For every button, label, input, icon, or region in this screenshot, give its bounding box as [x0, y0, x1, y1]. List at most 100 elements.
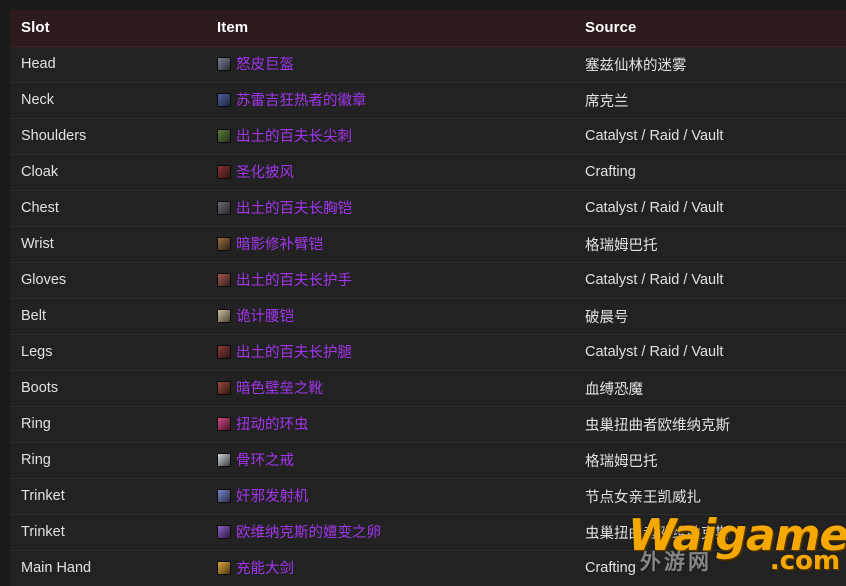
table-row: Chest 出土的百夫长胸铠 Catalyst / Raid / Vault [10, 189, 846, 227]
item-name: 怒皮巨盔 [236, 57, 294, 74]
ring-worm-icon [217, 416, 231, 431]
slot-cell: Cloak [10, 153, 206, 191]
source-cell: Crafting [574, 153, 846, 191]
item-link[interactable]: 出土的百夫长护手 [217, 269, 352, 290]
table-row: Ring 扭动的环虫 虫巢扭曲者欧维纳克斯 [10, 405, 846, 443]
belt-icon [217, 308, 231, 323]
sword-icon [217, 560, 231, 575]
source-cell: Crafting [574, 549, 846, 586]
source-cell: 席克兰 [574, 81, 846, 119]
item-name: 圣化披风 [236, 165, 294, 182]
item-link[interactable]: 骨环之戒 [217, 449, 294, 470]
item-cell: 怒皮巨盔 [206, 45, 574, 83]
table-row: Trinket 欧维纳克斯的嬗变之卵 虫巢扭曲者欧维纳克斯 [10, 513, 846, 551]
item-cell: 出土的百夫长护手 [206, 261, 574, 299]
item-cell: 出土的百夫长胸铠 [206, 189, 574, 227]
item-link[interactable]: 苏雷吉狂热者的徽章 [217, 89, 367, 110]
slot-cell: Ring [10, 405, 206, 443]
item-link[interactable]: 出土的百夫长护腿 [217, 341, 352, 362]
item-cell: 出土的百夫长护腿 [206, 333, 574, 371]
source-cell: Catalyst / Raid / Vault [574, 261, 846, 299]
slot-cell: Trinket [10, 477, 206, 515]
table-row: Cloak 圣化披风 Crafting [10, 153, 846, 191]
item-name: 暗影修补臂铠 [236, 237, 323, 254]
item-link[interactable]: 充能大剑 [217, 557, 294, 578]
bone-ring-icon [217, 452, 231, 467]
item-link[interactable]: 诡计腰铠 [217, 305, 294, 326]
bracer-icon [217, 236, 231, 251]
item-link[interactable]: 出土的百夫长尖刺 [217, 125, 352, 146]
item-cell: 出土的百夫长尖刺 [206, 117, 574, 155]
item-name: 苏雷吉狂热者的徽章 [236, 93, 367, 110]
item-name: 欧维纳克斯的嬗变之卵 [236, 525, 381, 542]
source-cell: Catalyst / Raid / Vault [574, 333, 846, 371]
item-name: 出土的百夫长护腿 [236, 345, 352, 362]
slot-cell: Chest [10, 189, 206, 227]
item-cell: 扭动的环虫 [206, 405, 574, 443]
item-link[interactable]: 怒皮巨盔 [217, 53, 294, 74]
table-row: Trinket 奸邪发射机 节点女亲王凯威扎 [10, 477, 846, 515]
table-header-row: Slot Item Source [10, 10, 846, 47]
item-name: 奸邪发射机 [236, 489, 309, 506]
cloak-icon [217, 164, 231, 179]
item-cell: 苏雷吉狂热者的徽章 [206, 81, 574, 119]
chest-icon [217, 200, 231, 215]
item-name: 出土的百夫长护手 [236, 273, 352, 290]
source-cell: 血缚恐魔 [574, 369, 846, 407]
best-in-slot-gear-table: Slot Item Source Head 怒皮巨盔 塞兹仙林的迷雾 Neck 苏雷吉狂… [10, 10, 846, 586]
item-name: 暗色壁垒之靴 [236, 381, 323, 398]
source-cell: Catalyst / Raid / Vault [574, 117, 846, 155]
item-name: 诡计腰铠 [236, 309, 294, 326]
gear-list-page: Slot Item Source Head 怒皮巨盔 塞兹仙林的迷雾 Neck 苏雷吉狂… [0, 0, 846, 586]
item-name: 出土的百夫长胸铠 [236, 201, 352, 218]
slot-cell: Ring [10, 441, 206, 479]
amulet-icon [217, 92, 231, 107]
slot-cell: Boots [10, 369, 206, 407]
table-row: Head 怒皮巨盔 塞兹仙林的迷雾 [10, 45, 846, 83]
item-cell: 诡计腰铠 [206, 297, 574, 335]
item-name: 充能大剑 [236, 561, 294, 578]
gloves-icon [217, 272, 231, 287]
slot-cell: Head [10, 45, 206, 83]
table-row: Wrist 暗影修补臂铠 格瑞姆巴托 [10, 225, 846, 263]
column-header-slot[interactable]: Slot [10, 10, 206, 47]
item-cell: 圣化披风 [206, 153, 574, 191]
item-name: 扭动的环虫 [236, 417, 309, 434]
trinket-icon [217, 488, 231, 503]
item-link[interactable]: 欧维纳克斯的嬗变之卵 [217, 521, 381, 542]
item-link[interactable]: 暗色壁垒之靴 [217, 377, 323, 398]
column-header-item[interactable]: Item [206, 10, 574, 47]
source-cell: 格瑞姆巴托 [574, 441, 846, 479]
item-link[interactable]: 奸邪发射机 [217, 485, 309, 506]
table-row: Belt 诡计腰铠 破晨号 [10, 297, 846, 335]
slot-cell: Shoulders [10, 117, 206, 155]
item-link[interactable]: 扭动的环虫 [217, 413, 309, 434]
column-header-source[interactable]: Source [574, 10, 846, 47]
boots-icon [217, 380, 231, 395]
item-link[interactable]: 出土的百夫长胸铠 [217, 197, 352, 218]
item-cell: 欧维纳克斯的嬗变之卵 [206, 513, 574, 551]
slot-cell: Gloves [10, 261, 206, 299]
helm-icon [217, 56, 231, 71]
item-link[interactable]: 暗影修补臂铠 [217, 233, 323, 254]
table-row: Gloves 出土的百夫长护手 Catalyst / Raid / Vault [10, 261, 846, 299]
table-body: Head 怒皮巨盔 塞兹仙林的迷雾 Neck 苏雷吉狂热者的徽章 席克兰 Shoulders… [10, 45, 846, 586]
slot-cell: Belt [10, 297, 206, 335]
item-link[interactable]: 圣化披风 [217, 161, 294, 182]
item-cell: 暗色壁垒之靴 [206, 369, 574, 407]
source-cell: 虫巢扭曲者欧维纳克斯 [574, 405, 846, 443]
source-cell: 塞兹仙林的迷雾 [574, 45, 846, 83]
source-cell: Catalyst / Raid / Vault [574, 189, 846, 227]
table-row: Boots 暗色壁垒之靴 血缚恐魔 [10, 369, 846, 407]
source-cell: 破晨号 [574, 297, 846, 335]
slot-cell: Neck [10, 81, 206, 119]
source-cell: 节点女亲王凯威扎 [574, 477, 846, 515]
table-row: Legs 出土的百夫长护腿 Catalyst / Raid / Vault [10, 333, 846, 371]
table-header: Slot Item Source [10, 10, 846, 47]
item-name: 出土的百夫长尖刺 [236, 129, 352, 146]
item-cell: 骨环之戒 [206, 441, 574, 479]
table-row: Ring 骨环之戒 格瑞姆巴托 [10, 441, 846, 479]
item-cell: 暗影修补臂铠 [206, 225, 574, 263]
slot-cell: Trinket [10, 513, 206, 551]
slot-cell: Legs [10, 333, 206, 371]
